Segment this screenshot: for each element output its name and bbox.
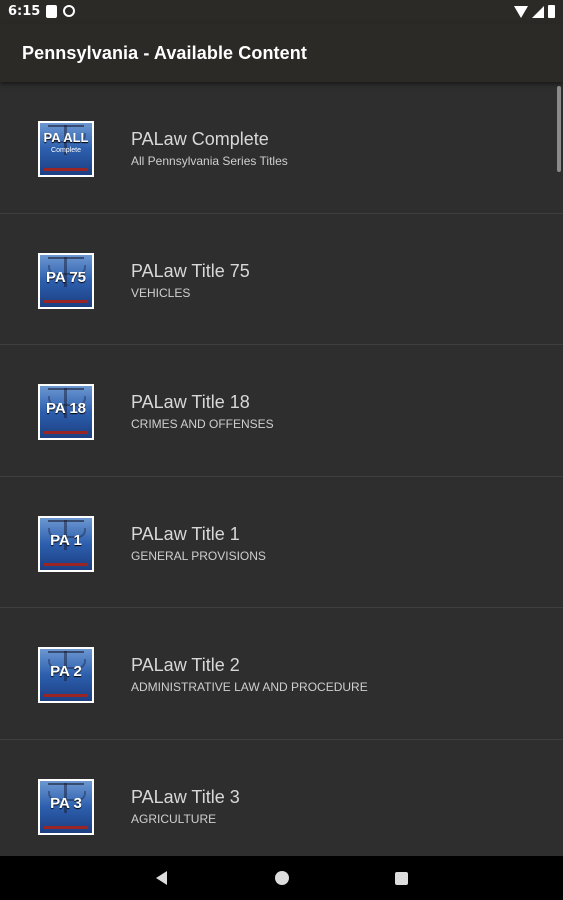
signal-icon — [532, 5, 544, 18]
status-time: 6:15 — [8, 4, 41, 19]
thumbnail-label: PA ALL — [43, 130, 89, 145]
item-title: PALaw Title 2 — [131, 655, 240, 675]
pa-3-thumbnail-icon: PA 3 — [38, 778, 94, 835]
item-subtitle: CRIMES AND OFFENSES — [131, 417, 274, 431]
item-subtitle: All Pennsylvania Series Titles — [131, 154, 288, 168]
item-title: PALaw Title 18 — [131, 392, 250, 412]
scrollbar[interactable] — [557, 86, 561, 172]
app-bar: Pennsylvania - Available Content — [0, 24, 563, 82]
back-icon[interactable] — [156, 871, 167, 885]
pa-18-thumbnail-icon: PA 18 — [38, 384, 94, 440]
home-icon[interactable] — [275, 871, 289, 885]
navigation-bar — [0, 856, 563, 900]
sync-icon — [63, 5, 75, 17]
thumbnail-label: PA 2 — [50, 663, 82, 680]
list-item-palaw-complete[interactable]: PA ALL Complete PALaw Complete All Penns… — [0, 82, 563, 214]
thumbnail-sublabel: Complete — [51, 147, 81, 154]
system-icons — [514, 5, 555, 18]
thumbnail-label: PA 1 — [50, 531, 82, 549]
status-bar: 6:15 — [0, 0, 563, 24]
list-item-title-2[interactable]: PA 2 PALaw Title 2 ADMINISTRATIVE LAW AN… — [0, 608, 563, 740]
item-subtitle: ADMINISTRATIVE LAW AND PROCEDURE — [131, 680, 368, 694]
pa-75-thumbnail-icon: PA 75 — [38, 252, 94, 309]
notification-icons — [46, 5, 75, 18]
list-item-title-3[interactable]: PA 3 PALaw Title 3 AGRICULTURE — [0, 740, 563, 857]
thumbnail-label: PA 3 — [50, 794, 82, 812]
thumbnail-label: PA 18 — [45, 400, 87, 417]
item-title: PALaw Title 75 — [131, 260, 250, 281]
recent-apps-icon[interactable] — [395, 872, 408, 885]
pa-1-thumbnail-icon: PA 1 — [38, 515, 94, 572]
pa-all-thumbnail-icon: PA ALL Complete — [38, 121, 94, 177]
thumbnail-label: PA 75 — [45, 268, 87, 286]
item-subtitle: VEHICLES — [131, 285, 191, 300]
list-item-title-75[interactable]: PA 75 PALaw Title 75 VEHICLES — [0, 214, 563, 345]
item-subtitle: AGRICULTURE — [131, 811, 217, 826]
item-title: PALaw Title 3 — [131, 786, 240, 807]
content-list[interactable]: PA ALL Complete PALaw Complete All Penns… — [0, 82, 563, 856]
pa-2-thumbnail-icon: PA 2 — [38, 647, 94, 703]
item-title: PALaw Title 1 — [131, 523, 240, 544]
list-item-title-18[interactable]: PA 18 PALaw Title 18 CRIMES AND OFFENSES — [0, 345, 563, 477]
wifi-icon — [514, 5, 528, 18]
list-item-title-1[interactable]: PA 1 PALaw Title 1 GENERAL PROVISIONS — [0, 477, 563, 608]
sd-card-icon — [46, 5, 57, 18]
item-title: PALaw Complete — [131, 129, 269, 149]
page-title: Pennsylvania - Available Content — [22, 43, 307, 63]
battery-icon — [548, 5, 555, 18]
item-subtitle: GENERAL PROVISIONS — [131, 548, 266, 563]
